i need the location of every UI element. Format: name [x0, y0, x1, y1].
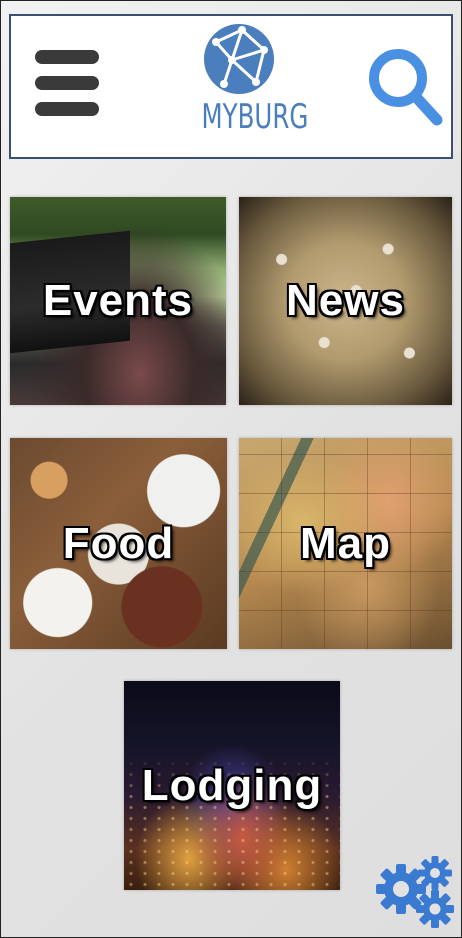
- globe-network-icon: [204, 24, 274, 94]
- settings-gears-icon[interactable]: [371, 853, 459, 933]
- app-screen: MYBURG Events News Food Map Lodging: [0, 0, 462, 938]
- hamburger-menu-icon[interactable]: [35, 50, 99, 116]
- app-logo[interactable]: MYBURG: [187, 20, 309, 156]
- tile-lodging[interactable]: Lodging: [124, 681, 340, 890]
- tile-news-label: News: [286, 276, 405, 325]
- tile-map[interactable]: Map: [239, 438, 452, 649]
- app-header: MYBURG: [9, 14, 453, 159]
- tile-food[interactable]: Food: [10, 438, 227, 649]
- logo-text: MYBURG: [201, 97, 309, 137]
- search-icon[interactable]: [365, 44, 445, 128]
- tile-events[interactable]: Events: [10, 197, 226, 405]
- tile-food-label: Food: [62, 518, 175, 568]
- tile-map-label: Map: [300, 518, 391, 568]
- tile-events-label: Events: [42, 276, 194, 325]
- tile-lodging-label: Lodging: [141, 760, 323, 810]
- tile-news[interactable]: News: [239, 197, 452, 405]
